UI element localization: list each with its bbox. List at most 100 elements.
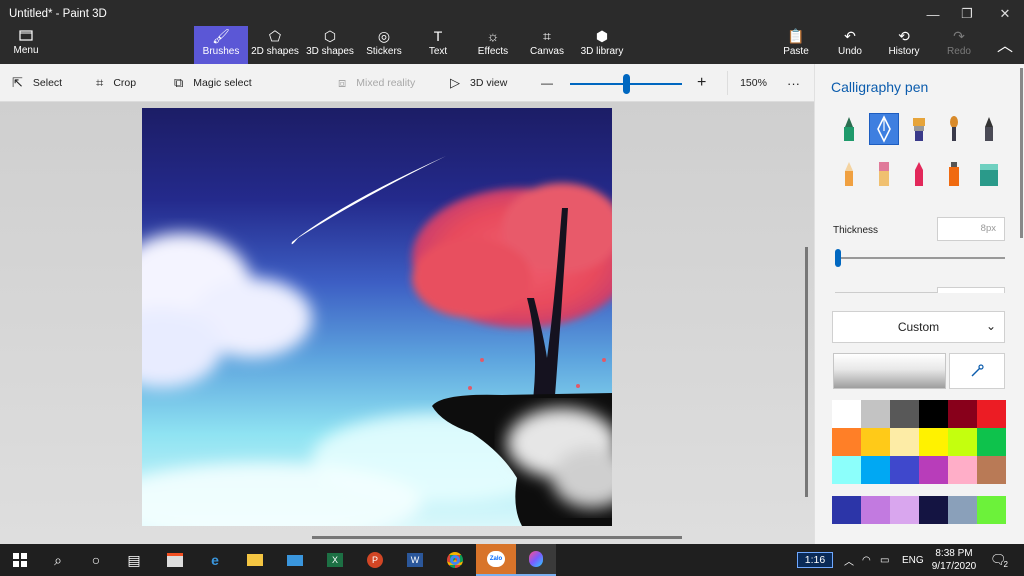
vertical-scrollbar[interactable] — [805, 247, 808, 497]
brush-pixel-pen[interactable] — [974, 113, 1004, 145]
color-swatch[interactable] — [832, 400, 861, 428]
powerpoint-app[interactable]: P — [355, 544, 395, 576]
tool-3d-library[interactable]: ⬢ 3D library — [578, 26, 626, 64]
mail-app[interactable] — [275, 544, 315, 576]
color-swatch[interactable] — [919, 428, 948, 456]
wifi-status[interactable]: ◠ — [862, 544, 871, 576]
paste-button[interactable]: 📋 Paste — [780, 26, 812, 64]
panel-scrollbar[interactable] — [1020, 68, 1023, 238]
search-button[interactable]: ⌕ — [38, 544, 78, 576]
color-swatch[interactable] — [861, 496, 890, 524]
color-swatch[interactable] — [948, 400, 977, 428]
color-swatch[interactable] — [890, 400, 919, 428]
menu-button[interactable]: Menu — [6, 28, 46, 62]
canvas-icon: ⌗ — [543, 28, 551, 44]
zoom-level[interactable]: 150% — [727, 71, 779, 95]
excel-app[interactable]: X — [315, 544, 355, 576]
store-app[interactable] — [155, 544, 195, 576]
current-color-preview[interactable] — [833, 353, 946, 389]
task-view-button[interactable]: ▤ — [114, 544, 154, 576]
color-swatch[interactable] — [919, 496, 948, 524]
magic-select-button[interactable]: ⧉ Magic select — [174, 64, 252, 102]
tool-effects[interactable]: ☼ Effects — [472, 26, 514, 64]
brush-pencil[interactable] — [834, 158, 864, 190]
tool-text[interactable]: T Text — [418, 26, 458, 64]
opacity-input[interactable] — [937, 287, 1005, 293]
battery-status[interactable]: ▭ — [880, 544, 889, 576]
zoom-slider-thumb[interactable] — [623, 74, 630, 94]
brush-eraser[interactable] — [869, 158, 899, 190]
crop-button[interactable]: ⌗ Crop — [96, 64, 136, 102]
color-swatch[interactable] — [861, 428, 890, 456]
color-swatch[interactable] — [948, 496, 977, 524]
taskbar: ⌕ ○ ▤ e X P W Zalo 1:16 ︿ ◠ ▭ ENG 8:38 P… — [0, 544, 1024, 576]
file-explorer-app[interactable] — [235, 544, 275, 576]
color-swatch[interactable] — [977, 456, 1006, 484]
start-button[interactable] — [0, 544, 40, 576]
zalo-app[interactable]: Zalo — [476, 544, 516, 576]
more-options-button[interactable]: ··· — [787, 64, 800, 102]
zoom-in-button[interactable]: + — [697, 64, 706, 102]
tool-brushes[interactable]: 🖌 Brushes — [194, 26, 248, 64]
brush-crayon[interactable] — [904, 158, 934, 190]
zoom-out-button[interactable]: — — [541, 64, 553, 102]
history-button[interactable]: ⟲ History — [886, 26, 922, 64]
chevron-down-icon: ⌄ — [985, 319, 996, 333]
thickness-input[interactable]: 8px — [937, 217, 1005, 241]
language-indicator[interactable]: ENG — [902, 544, 924, 576]
color-swatch[interactable] — [890, 496, 919, 524]
undo-button[interactable]: ↶ Undo — [834, 26, 866, 64]
color-mode-dropdown[interactable]: Custom ⌄ — [832, 311, 1005, 343]
color-swatch[interactable] — [890, 428, 919, 456]
edge-app[interactable]: e — [195, 544, 235, 576]
color-swatch[interactable] — [948, 428, 977, 456]
brush-marker[interactable] — [834, 113, 864, 145]
system-clock[interactable]: 8:38 PM 9/17/2020 — [926, 547, 982, 573]
horizontal-scrollbar[interactable] — [312, 536, 682, 539]
eyedropper-button[interactable] — [949, 353, 1005, 389]
tool-2d-shapes[interactable]: ⬠ 2D shapes — [250, 26, 300, 64]
thickness-slider-thumb[interactable] — [835, 249, 842, 267]
notification-center-button[interactable]: 🗨 2 — [990, 544, 1008, 576]
paint3d-app[interactable] — [516, 544, 556, 576]
thickness-slider[interactable] — [835, 257, 1005, 259]
word-app[interactable]: W — [395, 544, 435, 576]
brush-calligraphy-pen[interactable] — [869, 113, 899, 145]
3d-view-label: 3D view — [470, 77, 508, 89]
tool-3d-shapes[interactable]: ⬡ 3D shapes — [305, 26, 355, 64]
color-swatch[interactable] — [861, 456, 890, 484]
color-swatch[interactable] — [890, 456, 919, 484]
tool-canvas[interactable]: ⌗ Canvas — [526, 26, 568, 64]
color-swatch[interactable] — [977, 400, 1006, 428]
cortana-button[interactable]: ○ — [76, 544, 116, 576]
brush-watercolor[interactable] — [939, 113, 969, 145]
color-swatch[interactable] — [919, 456, 948, 484]
color-swatch[interactable] — [832, 456, 861, 484]
maximize-button[interactable]: ❐ — [948, 4, 986, 24]
redo-button[interactable]: ↷ Redo — [944, 26, 974, 64]
chrome-app[interactable] — [435, 544, 475, 576]
mixed-reality-button[interactable]: ⧈ Mixed reality — [338, 64, 415, 102]
chrome-icon — [447, 552, 463, 568]
crop-icon: ⌗ — [96, 75, 104, 90]
color-swatch[interactable] — [832, 428, 861, 456]
color-swatch[interactable] — [919, 400, 948, 428]
3d-view-button[interactable]: ▷ 3D view — [450, 64, 507, 102]
minimize-button[interactable]: — — [914, 4, 952, 24]
drawing-canvas[interactable] — [142, 108, 612, 526]
color-swatch[interactable] — [861, 400, 890, 428]
color-swatch[interactable] — [832, 496, 861, 524]
color-swatch[interactable] — [948, 456, 977, 484]
show-hidden-icons[interactable]: ︿ — [844, 544, 854, 576]
brush-spray-can[interactable] — [939, 158, 969, 190]
close-button[interactable]: ✕ — [986, 4, 1024, 24]
tool-stickers[interactable]: ◎ Stickers — [361, 26, 407, 64]
color-swatch[interactable] — [977, 428, 1006, 456]
brush-fill[interactable] — [974, 158, 1004, 190]
calligraphy-pen-icon — [877, 115, 891, 143]
select-button[interactable]: ⇱ Select — [12, 64, 62, 102]
brush-oil[interactable] — [904, 113, 934, 145]
screen-recorder-timer[interactable]: 1:16 — [797, 552, 833, 568]
color-swatch[interactable] — [977, 496, 1006, 524]
fill-bucket-icon — [980, 164, 998, 186]
